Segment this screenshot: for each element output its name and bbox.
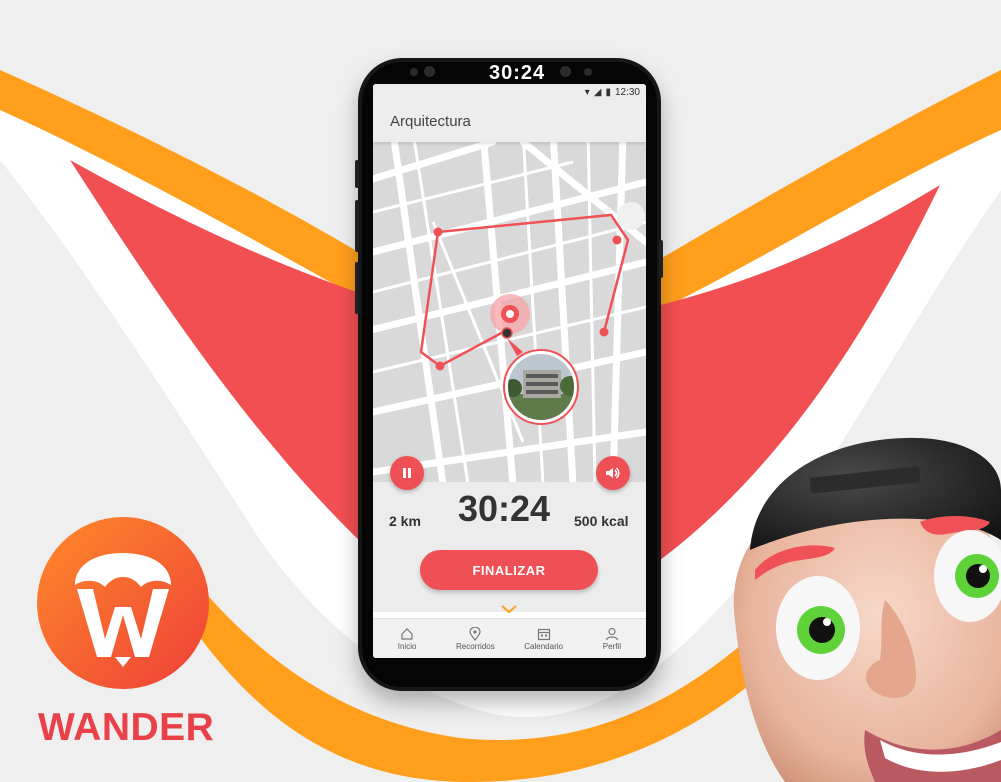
pause-icon [403,468,411,478]
nav-item-calendario[interactable]: Calendario [510,619,578,658]
nav-label: Calendario [524,642,563,651]
nav-item-recorridos[interactable]: Recorridos [441,619,509,658]
w-parachute-icon [75,553,171,667]
page-title: Arquitectura [390,112,471,130]
route-map[interactable] [373,142,646,484]
phone-camera [410,68,418,76]
mascot-character [733,437,1001,782]
user-position-dot [501,327,513,339]
phone-side-button [355,200,359,252]
signal-icon: ◢ [593,86,602,98]
status-time: 12:30 [614,86,640,98]
phone-sensor [584,68,592,76]
map-roundabout [617,202,645,230]
pause-button[interactable] [390,456,424,490]
location-pin-icon [469,627,481,641]
speaker-icon [606,467,620,479]
distance-value: 2 km [389,513,421,529]
finish-button[interactable]: FINALIZAR [420,550,598,590]
status-bar: ▾ ◢ ▮ 12:30 [373,84,646,100]
sound-button[interactable] [596,456,630,490]
current-location-center [506,310,514,318]
phone-camera [424,66,435,77]
phone-camera [560,66,571,77]
nav-label: Recorridos [456,642,495,651]
nav-item-perfil[interactable]: Perfil [578,619,646,658]
calendar-icon [537,628,550,641]
chevron-down-icon[interactable] [500,604,518,614]
wifi-icon: ▾ [584,86,590,98]
route-waypoint[interactable] [612,235,622,245]
phone-side-button [659,240,663,278]
phone-side-button [355,262,359,314]
elapsed-time-value: 30:24 [458,488,551,529]
brand-name: WANDER [38,706,215,749]
route-waypoint[interactable] [599,327,609,337]
nav-label: Inicio [397,642,417,651]
nav-item-inicio[interactable]: Inicio [373,619,441,658]
calories-value: 500 kcal [574,513,629,529]
app-bar: Arquitectura [373,100,646,142]
phone-side-button [355,160,359,188]
route-waypoint[interactable] [433,227,443,237]
nav-label: Perfil [602,642,621,651]
bottom-navigation: Inicio Recorridos Calendario Perfil [373,618,646,658]
battery-icon: ▮ [605,86,611,98]
wander-logo [37,517,209,689]
home-icon [401,628,413,640]
phone-screen: ▾ ◢ ▮ 12:30 Arquitectura 2 km 30:24 500 … [373,84,646,658]
phone-top-timer: 30:24 [489,62,546,84]
route-waypoint[interactable] [435,361,445,371]
user-icon [605,627,618,641]
